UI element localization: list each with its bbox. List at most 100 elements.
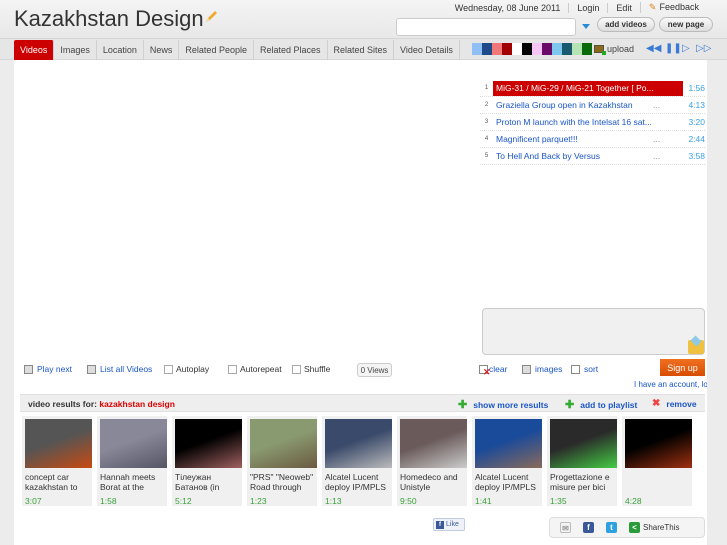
autorepeat-box[interactable]	[228, 364, 237, 374]
color-swatch[interactable]	[482, 43, 492, 55]
tab-videos[interactable]: Videos	[14, 40, 55, 60]
color-swatch[interactable]	[512, 43, 522, 55]
shuffle-box[interactable]	[292, 364, 301, 374]
facebook-like-button[interactable]: f Like	[433, 518, 465, 531]
video-title[interactable]: Alcatel Lucent deploy IP/MPLS	[475, 472, 539, 492]
video-duration: 1:13	[325, 496, 342, 506]
video-title[interactable]	[625, 472, 689, 492]
video-title[interactable]: Hannah meets Borat at the	[100, 472, 164, 492]
signup-button[interactable]: Sign up	[660, 359, 705, 376]
video-title[interactable]: Alcatel Lucent deploy IP/MPLS	[325, 472, 389, 492]
video-title[interactable]: "PRS" "Neoweb" Road through	[250, 472, 314, 492]
email-icon[interactable]: ✉	[560, 522, 571, 533]
video-title[interactable]: Homedeco and Unistyle	[400, 472, 464, 492]
login-link[interactable]: Login	[568, 2, 607, 13]
video-thumbnail-card[interactable]: Hannah meets Borat at the 1:58	[97, 416, 167, 506]
tab-news[interactable]: News	[144, 40, 180, 60]
pencil-icon[interactable]	[204, 4, 218, 22]
images-button[interactable]: images	[522, 364, 562, 374]
video-thumbnail-image[interactable]	[400, 419, 467, 468]
new-page-button[interactable]: new page	[659, 17, 713, 32]
dropdown-arrow-icon[interactable]	[582, 24, 590, 29]
add-to-playlist-button[interactable]: ✚ add to playlist	[565, 398, 637, 411]
twitter-icon[interactable]: t	[606, 522, 617, 533]
video-thumbnail-image[interactable]	[475, 419, 542, 468]
video-thumbnail-card[interactable]: concept car kazakhstan to 3:07	[22, 416, 92, 506]
color-swatch[interactable]	[532, 43, 542, 55]
tab-location[interactable]: Location	[97, 40, 144, 60]
autoplay-checkbox[interactable]: Autoplay	[164, 364, 209, 374]
facebook-share-icon[interactable]: f	[583, 522, 594, 533]
playlist-title[interactable]: MiG-31 / MiG-29 / MiG-21 Together [ Po..…	[493, 80, 683, 96]
video-thumbnail-card[interactable]: Тілеужан Батанов (in 5:12	[172, 416, 242, 506]
feedback-link[interactable]: ✎ Feedback	[639, 2, 707, 13]
playlist-duration: 4:13	[688, 100, 705, 110]
color-swatch[interactable]	[522, 43, 532, 55]
playlist-title[interactable]: Magnificent parquet!!!...	[493, 132, 683, 147]
sharethis-button[interactable]: < ShareThis	[629, 522, 679, 533]
video-thumbnail-image[interactable]	[100, 419, 167, 468]
video-thumbnail-card[interactable]: "PRS" "Neoweb" Road through 1:23	[247, 416, 317, 506]
color-swatch[interactable]	[582, 43, 592, 55]
video-title[interactable]: Тілеужан Батанов (in	[175, 472, 239, 492]
pause-icon[interactable]: ❚❚	[665, 43, 682, 54]
tab-related-places[interactable]: Related Places	[254, 40, 328, 60]
login-account-link[interactable]: I have an account, login	[634, 380, 707, 389]
results-label: video results for: kazakhstan design	[28, 399, 175, 409]
show-more-results-button[interactable]: ✚ show more results	[458, 398, 548, 411]
clear-button[interactable]: ✕ clear	[479, 364, 507, 377]
color-swatch[interactable]	[572, 43, 582, 55]
video-thumbnail-image[interactable]	[250, 419, 317, 468]
list-all-videos-button[interactable]: List all Videos	[87, 364, 152, 374]
color-swatch[interactable]	[562, 43, 572, 55]
video-thumbnail-image[interactable]	[550, 419, 617, 468]
color-swatch[interactable]	[542, 43, 552, 55]
play-next-button[interactable]: Play next	[24, 364, 72, 374]
rewind-icon[interactable]: ◀◀	[646, 43, 661, 54]
playlist-item[interactable]: 5 To Hell And Back by Versus... 3:58	[480, 148, 705, 165]
add-playlist-label: add to playlist	[580, 399, 638, 410]
video-thumbnail-card[interactable]: Alcatel Lucent deploy IP/MPLS 1:13	[322, 416, 392, 506]
message-box[interactable]	[482, 308, 705, 355]
add-videos-button[interactable]: add videos	[597, 17, 655, 32]
color-swatch[interactable]	[492, 43, 502, 55]
tab-related-people[interactable]: Related People	[179, 40, 254, 60]
video-title[interactable]: concept car kazakhstan to	[25, 472, 89, 492]
video-thumbnail-card[interactable]: Progettazione e misure per bici 1:35	[547, 416, 617, 506]
color-swatch[interactable]	[472, 43, 482, 55]
upload-button[interactable]: upload	[594, 44, 634, 55]
tab-images[interactable]: Images	[54, 40, 97, 60]
playlist-item[interactable]: 1 MiG-31 / MiG-29 / MiG-21 Together [ Po.…	[480, 80, 705, 97]
header: Kazakhstan Design Wednesday, 08 June 201…	[0, 0, 727, 38]
playlist-title[interactable]: To Hell And Back by Versus...	[493, 149, 683, 164]
video-thumbnail-card[interactable]: Alcatel Lucent deploy IP/MPLS 1:41	[472, 416, 542, 506]
video-title[interactable]: Progettazione e misure per bici	[550, 472, 614, 492]
fast-forward-icon[interactable]: ▷▷	[696, 43, 711, 54]
color-swatch[interactable]	[552, 43, 562, 55]
video-thumbnail-image[interactable]	[25, 419, 92, 468]
playlist-item[interactable]: 3 Proton M launch with the Intelsat 16 sa…	[480, 114, 705, 131]
autoplay-box[interactable]	[164, 364, 173, 374]
site-title[interactable]: Kazakhstan Design	[14, 6, 218, 32]
autorepeat-checkbox[interactable]: Autorepeat	[228, 364, 282, 374]
video-thumbnail-card[interactable]: 4:28	[622, 416, 692, 506]
tab-related-sites[interactable]: Related Sites	[328, 40, 395, 60]
show-more-label: show more results	[473, 399, 549, 410]
shuffle-checkbox[interactable]: Shuffle	[292, 364, 330, 374]
playlist-item[interactable]: 2 Graziella Group open in Kazakhstan... 4:…	[480, 97, 705, 114]
edit-link[interactable]: Edit	[607, 2, 640, 13]
tab-video-details[interactable]: Video Details	[394, 40, 460, 60]
playlist-item[interactable]: 4 Magnificent parquet!!!... 2:44	[480, 131, 705, 148]
color-swatch[interactable]	[502, 43, 512, 55]
video-thumbnail-image[interactable]	[325, 419, 392, 468]
sort-button[interactable]: sort	[571, 364, 598, 374]
video-thumbnail-card[interactable]: Homedeco and Unistyle 9:50	[397, 416, 467, 506]
remove-button[interactable]: ✖ remove	[652, 398, 697, 409]
search-input[interactable]	[396, 18, 576, 36]
play-icon[interactable]: ▷	[682, 43, 690, 54]
video-thumbnail-image[interactable]	[175, 419, 242, 468]
playlist-title[interactable]: Graziella Group open in Kazakhstan...	[493, 98, 683, 113]
envelope-icon[interactable]	[688, 340, 704, 354]
video-thumbnail-image[interactable]	[625, 419, 692, 468]
playlist-title[interactable]: Proton M launch with the Intelsat 16 sat…	[493, 115, 683, 130]
